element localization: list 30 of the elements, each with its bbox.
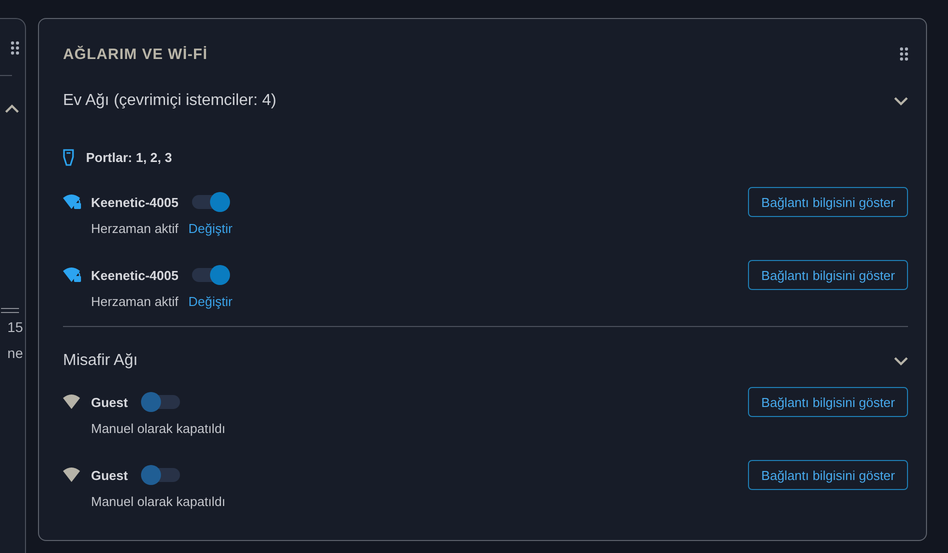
card-title: AĞLARIM VE Wİ-Fİ [63,46,208,62]
panel-text: ne [6,345,23,361]
network-name: Guest [91,394,128,410]
change-link[interactable]: Değiştir [188,294,232,308]
network-status: Herzaman aktif [91,220,178,236]
network-status: Manuel olarak kapatıldı [91,494,226,508]
network-name: Guest [91,468,128,482]
section-title: Ev Ağı (çevrimiçi istemciler: 4) [63,92,276,110]
network-name: Keenetic-4005 [91,268,178,282]
panel-text: 15 [6,319,23,335]
drag-handle-icon[interactable] [11,41,19,55]
network-status: Herzaman aktif [91,294,178,308]
toggle-switch[interactable] [142,468,180,482]
drag-handle-icon[interactable] [900,47,908,61]
toggle-switch[interactable] [192,195,230,209]
toggle-switch[interactable] [192,268,230,282]
section-title: Misafir Ağı [63,352,138,370]
ports-label: Portlar: 1, 2, 3 [86,150,172,164]
connection-info-button[interactable]: Bağlantı bilgisini göster [748,260,908,290]
chevron-down-icon[interactable] [894,96,908,106]
chevron-up-icon[interactable] [5,104,19,113]
ethernet-port-icon [63,148,74,166]
toggle-switch[interactable] [142,395,180,409]
connection-info-button[interactable]: Bağlantı bilgisini göster [748,460,908,490]
chevron-down-icon[interactable] [894,356,908,366]
change-link[interactable]: Değiştir [188,220,232,236]
connection-info-button[interactable]: Bağlantı bilgisini göster [748,387,908,417]
network-name: Keenetic-4005 [91,194,178,210]
connection-info-button[interactable]: Bağlantı bilgisini göster [748,187,908,217]
network-status: Manuel olarak kapatıldı [91,420,226,436]
